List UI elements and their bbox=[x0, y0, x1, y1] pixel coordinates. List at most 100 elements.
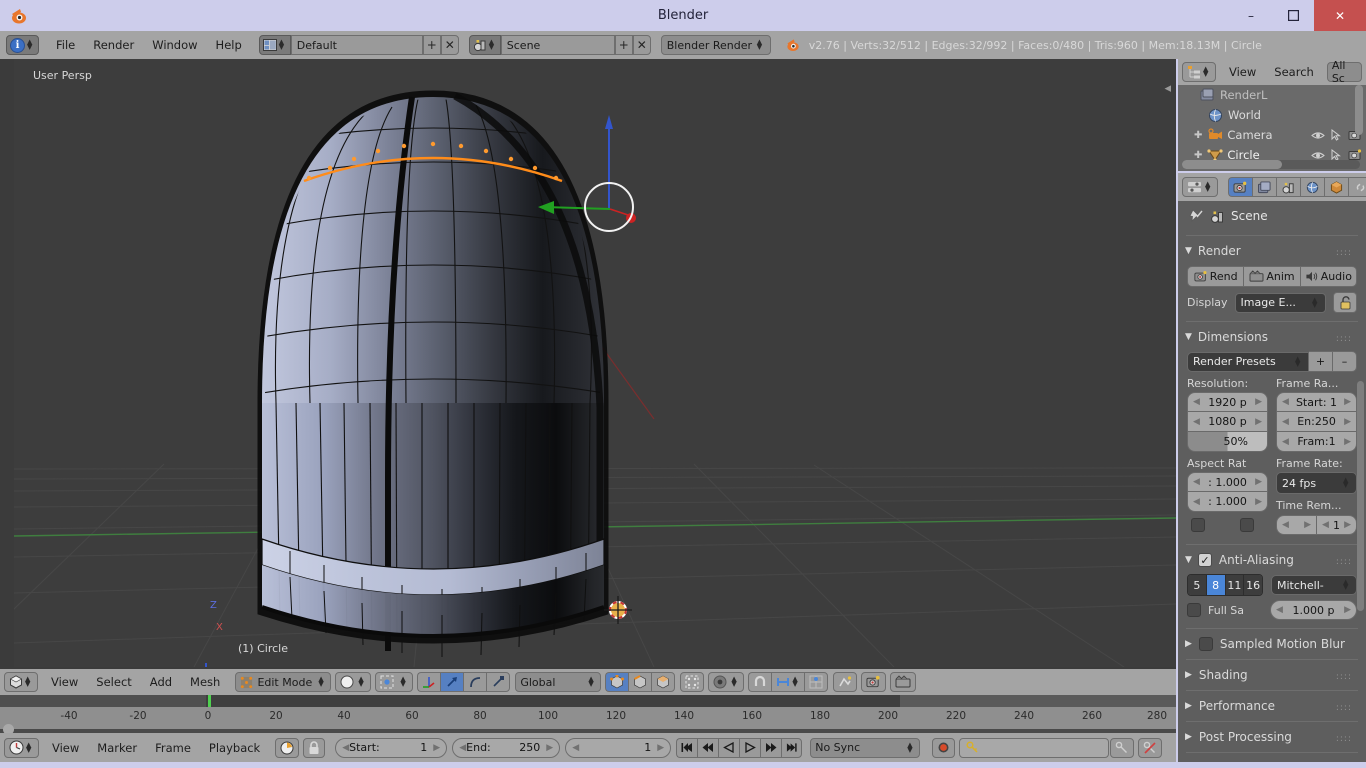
eye-icon[interactable] bbox=[1311, 130, 1325, 141]
menu-window[interactable]: Window bbox=[143, 31, 206, 59]
snap-element-button[interactable]: ▲ ▼ bbox=[771, 672, 805, 692]
current-frame-field[interactable]: ◀ 1 ▶ bbox=[565, 737, 672, 758]
menu-help[interactable]: Help bbox=[207, 31, 251, 59]
panel-header-antialiasing[interactable]: ▼ ✓ Anti-Aliasing :::: bbox=[1178, 549, 1366, 571]
remove-keyframe-button[interactable] bbox=[1138, 737, 1163, 758]
screen-layout-remove-button[interactable]: ✕ bbox=[440, 35, 459, 55]
screen-layout-name[interactable]: Default bbox=[290, 35, 423, 55]
render-image-button[interactable]: Rend bbox=[1187, 266, 1245, 287]
timeline-menu-marker[interactable]: Marker bbox=[88, 738, 146, 758]
panel-header-post-processing[interactable]: ▶ Post Processing :::: bbox=[1178, 726, 1366, 748]
expand-plus-icon[interactable]: ✚ bbox=[1194, 130, 1202, 141]
border-checkbox[interactable] bbox=[1191, 518, 1205, 532]
aa-size-field[interactable]: ◀ 1.000 p ▶ bbox=[1270, 600, 1357, 620]
close-button[interactable]: ✕ bbox=[1314, 0, 1366, 31]
next-keyframe-button[interactable] bbox=[760, 737, 782, 758]
edge-select-button[interactable] bbox=[628, 672, 652, 692]
manipulator-translate-button[interactable] bbox=[440, 672, 464, 692]
timeline-ruler[interactable]: -40 -20 0 20 40 60 80 100 120 140 160 18… bbox=[0, 707, 1176, 735]
viewport-shading-select[interactable]: ▲ ▼ bbox=[335, 672, 372, 692]
lock-button[interactable] bbox=[303, 737, 326, 758]
limit-selection-to-visible-button[interactable] bbox=[680, 672, 705, 692]
outliner-horizontal-scrollbar[interactable] bbox=[1182, 160, 1360, 169]
aa-samples-5[interactable]: 5 bbox=[1188, 575, 1207, 595]
occlude-geometry-button[interactable] bbox=[833, 672, 858, 692]
proportional-edit-select[interactable]: ▲ ▼ bbox=[708, 672, 745, 692]
resolution-percentage-slider[interactable]: 50% bbox=[1187, 432, 1268, 452]
jump-to-start-button[interactable] bbox=[676, 737, 698, 758]
viewport-menu-select[interactable]: Select bbox=[87, 672, 140, 692]
timeline-menu-view[interactable]: View bbox=[43, 738, 88, 758]
snap-target-button[interactable] bbox=[804, 672, 829, 692]
tab-object[interactable] bbox=[1324, 177, 1348, 197]
framerate-select[interactable]: 24 fps ▲ ▼ bbox=[1276, 472, 1357, 494]
jump-to-end-button[interactable] bbox=[781, 737, 803, 758]
tab-scene[interactable] bbox=[1276, 177, 1300, 197]
outliner-row-renderlayers[interactable]: RenderL bbox=[1178, 85, 1366, 105]
menu-render[interactable]: Render bbox=[84, 31, 143, 59]
frame-start-field[interactable]: ◀ Start: 1 ▶ bbox=[335, 737, 448, 758]
antialiasing-checkbox[interactable]: ✓ bbox=[1197, 553, 1212, 567]
display-lock-button[interactable] bbox=[1333, 292, 1357, 313]
pivot-point-select[interactable]: ▲ ▼ bbox=[375, 672, 414, 692]
render-image-button[interactable] bbox=[861, 672, 887, 692]
render-presets-select[interactable]: Render Presets ▲ ▼ bbox=[1187, 351, 1309, 372]
remove-preset-button[interactable]: – bbox=[1333, 351, 1357, 372]
frame-step-field[interactable]: ◀ Fram:1 ▶ bbox=[1276, 432, 1357, 452]
frame-start-field[interactable]: ◀ Start: 1 ▶ bbox=[1276, 392, 1357, 412]
transform-orientation-select[interactable]: Global ▲ ▼ bbox=[515, 672, 602, 692]
tab-render[interactable] bbox=[1228, 177, 1252, 197]
sync-mode-select[interactable]: No Sync ▲ ▼ bbox=[810, 737, 921, 758]
outliner-row-camera[interactable]: ✚ Camera bbox=[1178, 125, 1366, 145]
resolution-x-field[interactable]: ◀ 1920 p ▶ bbox=[1187, 392, 1268, 412]
screen-layout-icon-button[interactable]: ▲ ▼ bbox=[258, 35, 291, 55]
aa-samples-11[interactable]: 11 bbox=[1225, 575, 1245, 595]
scene-remove-button[interactable]: ✕ bbox=[632, 35, 651, 55]
prev-keyframe-button[interactable] bbox=[697, 737, 719, 758]
time-remap-old-field[interactable]: ◀ ▶ bbox=[1276, 515, 1317, 535]
play-reverse-button[interactable] bbox=[718, 737, 740, 758]
interaction-mode-select[interactable]: Edit Mode ▲ ▼ bbox=[235, 672, 332, 692]
render-engine-select[interactable]: Blender Render ▲ ▼ bbox=[660, 35, 771, 55]
screen-layout-add-button[interactable]: + bbox=[422, 35, 441, 55]
scene-icon-button[interactable]: ▲ ▼ bbox=[468, 35, 501, 55]
display-mode-select[interactable]: Image E... ▲ ▼ bbox=[1234, 292, 1326, 313]
info-editor-type-button[interactable]: i ▲ ▼ bbox=[6, 35, 39, 55]
eye-icon[interactable] bbox=[1311, 150, 1325, 161]
cursor-arrow-icon[interactable] bbox=[1331, 129, 1342, 141]
panel-header-shading[interactable]: ▶ Shading :::: bbox=[1178, 664, 1366, 686]
frame-end-field[interactable]: ◀ En:250 ▶ bbox=[1276, 412, 1357, 432]
expand-plus-icon[interactable]: ✚ bbox=[1194, 150, 1202, 161]
play-button[interactable] bbox=[739, 737, 761, 758]
aspect-x-field[interactable]: ◀ : 1.000 ▶ bbox=[1187, 472, 1268, 492]
outliner-editor-type-button[interactable]: ▲ ▼ bbox=[1182, 62, 1216, 82]
properties-editor-type-button[interactable]: ▲ ▼ bbox=[1182, 177, 1218, 197]
viewport-menu-view[interactable]: View bbox=[42, 672, 87, 692]
tab-render-layers[interactable] bbox=[1252, 177, 1276, 197]
timeline-area[interactable]: -40 -20 0 20 40 60 80 100 120 140 160 18… bbox=[0, 695, 1176, 735]
vertex-select-button[interactable] bbox=[605, 672, 629, 692]
outliner-menu-view[interactable]: View bbox=[1220, 62, 1265, 82]
resolution-y-field[interactable]: ◀ 1080 p ▶ bbox=[1187, 412, 1268, 432]
aa-samples-8[interactable]: 8 bbox=[1206, 575, 1226, 595]
render-audio-button[interactable]: Audio bbox=[1300, 266, 1357, 287]
outliner-row-world[interactable]: World bbox=[1178, 105, 1366, 125]
outliner-menu-search[interactable]: Search bbox=[1265, 62, 1323, 82]
outliner-vertical-scrollbar[interactable] bbox=[1355, 85, 1363, 135]
time-remap-new-field[interactable]: ◀ 1 ▶ bbox=[1317, 515, 1357, 535]
auto-keyframe-button[interactable] bbox=[275, 737, 300, 758]
crop-checkbox[interactable] bbox=[1240, 518, 1254, 532]
snap-toggle-button[interactable] bbox=[748, 672, 772, 692]
viewport-expand-arrow-icon[interactable]: ◂ bbox=[1164, 81, 1171, 96]
record-button[interactable] bbox=[932, 737, 956, 758]
timeline-editor-type-button[interactable]: ▲ ▼ bbox=[4, 737, 39, 758]
viewport-menu-add[interactable]: Add bbox=[141, 672, 181, 692]
timeline-menu-frame[interactable]: Frame bbox=[146, 738, 200, 758]
render-animation-button[interactable]: Anim bbox=[1244, 266, 1301, 287]
menu-file[interactable]: File bbox=[47, 31, 84, 59]
timeline-menu-playback[interactable]: Playback bbox=[200, 738, 269, 758]
aa-filter-select[interactable]: Mitchell- ▲ ▼ bbox=[1271, 575, 1357, 595]
manipulator-scale-button[interactable] bbox=[486, 672, 511, 692]
add-preset-button[interactable]: + bbox=[1309, 351, 1333, 372]
aa-samples-16[interactable]: 16 bbox=[1244, 575, 1262, 595]
